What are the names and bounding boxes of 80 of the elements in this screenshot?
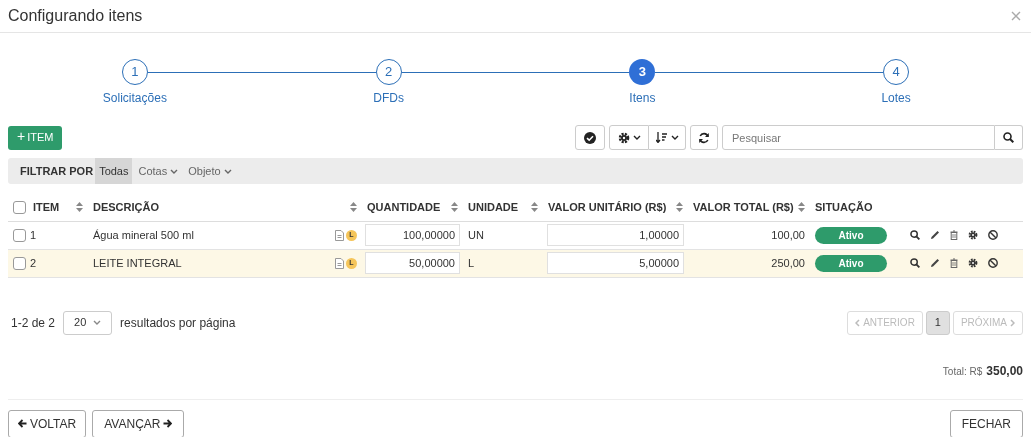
sort-icon[interactable]: [350, 202, 357, 213]
column-header: SITUAÇÃO: [815, 200, 873, 215]
gear-icon: [617, 131, 630, 144]
sort-icon[interactable]: [531, 202, 538, 213]
gear-icon[interactable]: [968, 230, 978, 240]
results-range: 1-2 de 2: [11, 314, 56, 332]
gear-icon[interactable]: [968, 258, 978, 268]
filter-option[interactable]: Todas: [95, 158, 133, 184]
sort-icon[interactable]: [76, 202, 83, 213]
search-button[interactable]: [995, 125, 1023, 150]
table-cell: L: [468, 256, 475, 269]
settings-dropdown-button[interactable]: [609, 125, 649, 150]
document-icon[interactable]: [335, 257, 344, 269]
unit-value-field[interactable]: 1,00000: [547, 224, 684, 246]
quantity-field[interactable]: 100,00000: [365, 224, 460, 246]
sort-icon[interactable]: [451, 202, 458, 213]
chevron-down-icon: [223, 168, 232, 174]
column-header: UNIDADE: [468, 200, 519, 215]
approve-button[interactable]: [575, 125, 605, 150]
filter-option[interactable]: Cotas: [134, 158, 183, 184]
checkbox[interactable]: [13, 200, 26, 214]
sort-icon[interactable]: [676, 202, 683, 213]
refresh-icon: [698, 131, 710, 144]
step-label: Solicitações: [102, 90, 167, 107]
unit-value-field[interactable]: 5,00000: [547, 252, 684, 274]
sort-icon[interactable]: [798, 202, 805, 213]
step-label: DFDs: [373, 90, 404, 107]
step-label: Lotes: [881, 90, 911, 107]
chevron-down-icon: [93, 320, 102, 325]
back-button[interactable]: VOLTAR: [8, 409, 87, 437]
total-label: Total: R$: [942, 364, 983, 379]
check-circle-icon: [584, 131, 596, 144]
close-button[interactable]: FECHAR: [949, 409, 1023, 437]
trash-icon[interactable]: [950, 258, 958, 268]
chevron-down-icon: [170, 168, 179, 174]
quantity-field[interactable]: 50,00000: [365, 252, 460, 274]
step-label: Itens: [629, 90, 656, 107]
table-cell-text: 1: [30, 227, 37, 243]
filter-label: FILTRAR POR: [20, 163, 94, 179]
column-header: ITEM: [33, 200, 60, 215]
window-title: Configurando itens: [8, 6, 143, 26]
search-field[interactable]: Pesquisar: [722, 125, 995, 150]
pencil-icon[interactable]: [930, 258, 940, 268]
chevron-right-icon: [1010, 318, 1015, 327]
trash-icon[interactable]: [950, 230, 958, 240]
page-button[interactable]: 1: [925, 310, 950, 335]
arrow-right-icon: [163, 419, 173, 428]
block-icon[interactable]: [988, 230, 998, 240]
table-cell: 250,00: [771, 256, 805, 269]
total-value: 350,00: [986, 362, 1023, 380]
search-icon[interactable]: [910, 230, 920, 240]
chevron-left-icon: [855, 318, 861, 327]
table-cell-text: Água mineral 500 ml: [93, 227, 194, 243]
checkbox[interactable]: [13, 228, 26, 242]
per-page-label: resultados por página: [120, 314, 236, 332]
chevron-down-icon: [632, 135, 641, 140]
column-header: QUANTIDADE: [367, 200, 441, 215]
pencil-icon[interactable]: [930, 230, 940, 240]
search-icon[interactable]: [910, 258, 920, 268]
column-header: DESCRIÇÃO: [93, 200, 159, 215]
status-badge: Ativo: [815, 254, 887, 272]
table-cell: 100,00: [771, 228, 805, 241]
sort-lines-icon: [655, 132, 668, 143]
document-icon[interactable]: [335, 229, 344, 241]
table-cell-text: LEITE INTEGRAL: [93, 255, 182, 271]
column-header: VALOR UNITÁRIO (R$): [548, 200, 667, 215]
checkbox[interactable]: [13, 256, 26, 270]
arrow-left-icon: [18, 419, 27, 428]
status-badge: Ativo: [815, 226, 887, 244]
sort-dropdown-button[interactable]: [649, 125, 686, 150]
refresh-button[interactable]: [690, 125, 718, 150]
column-header: VALOR TOTAL (R$): [693, 200, 794, 215]
forward-button[interactable]: AVANÇAR: [92, 409, 185, 437]
search-icon: [1003, 132, 1014, 143]
block-icon[interactable]: [988, 258, 998, 268]
filter-option[interactable]: Objeto: [184, 158, 236, 184]
table-cell-text: 2: [30, 255, 37, 271]
chevron-down-icon: [670, 135, 679, 140]
page-size-select[interactable]: 20: [63, 310, 113, 335]
table-cell: UN: [468, 228, 484, 241]
